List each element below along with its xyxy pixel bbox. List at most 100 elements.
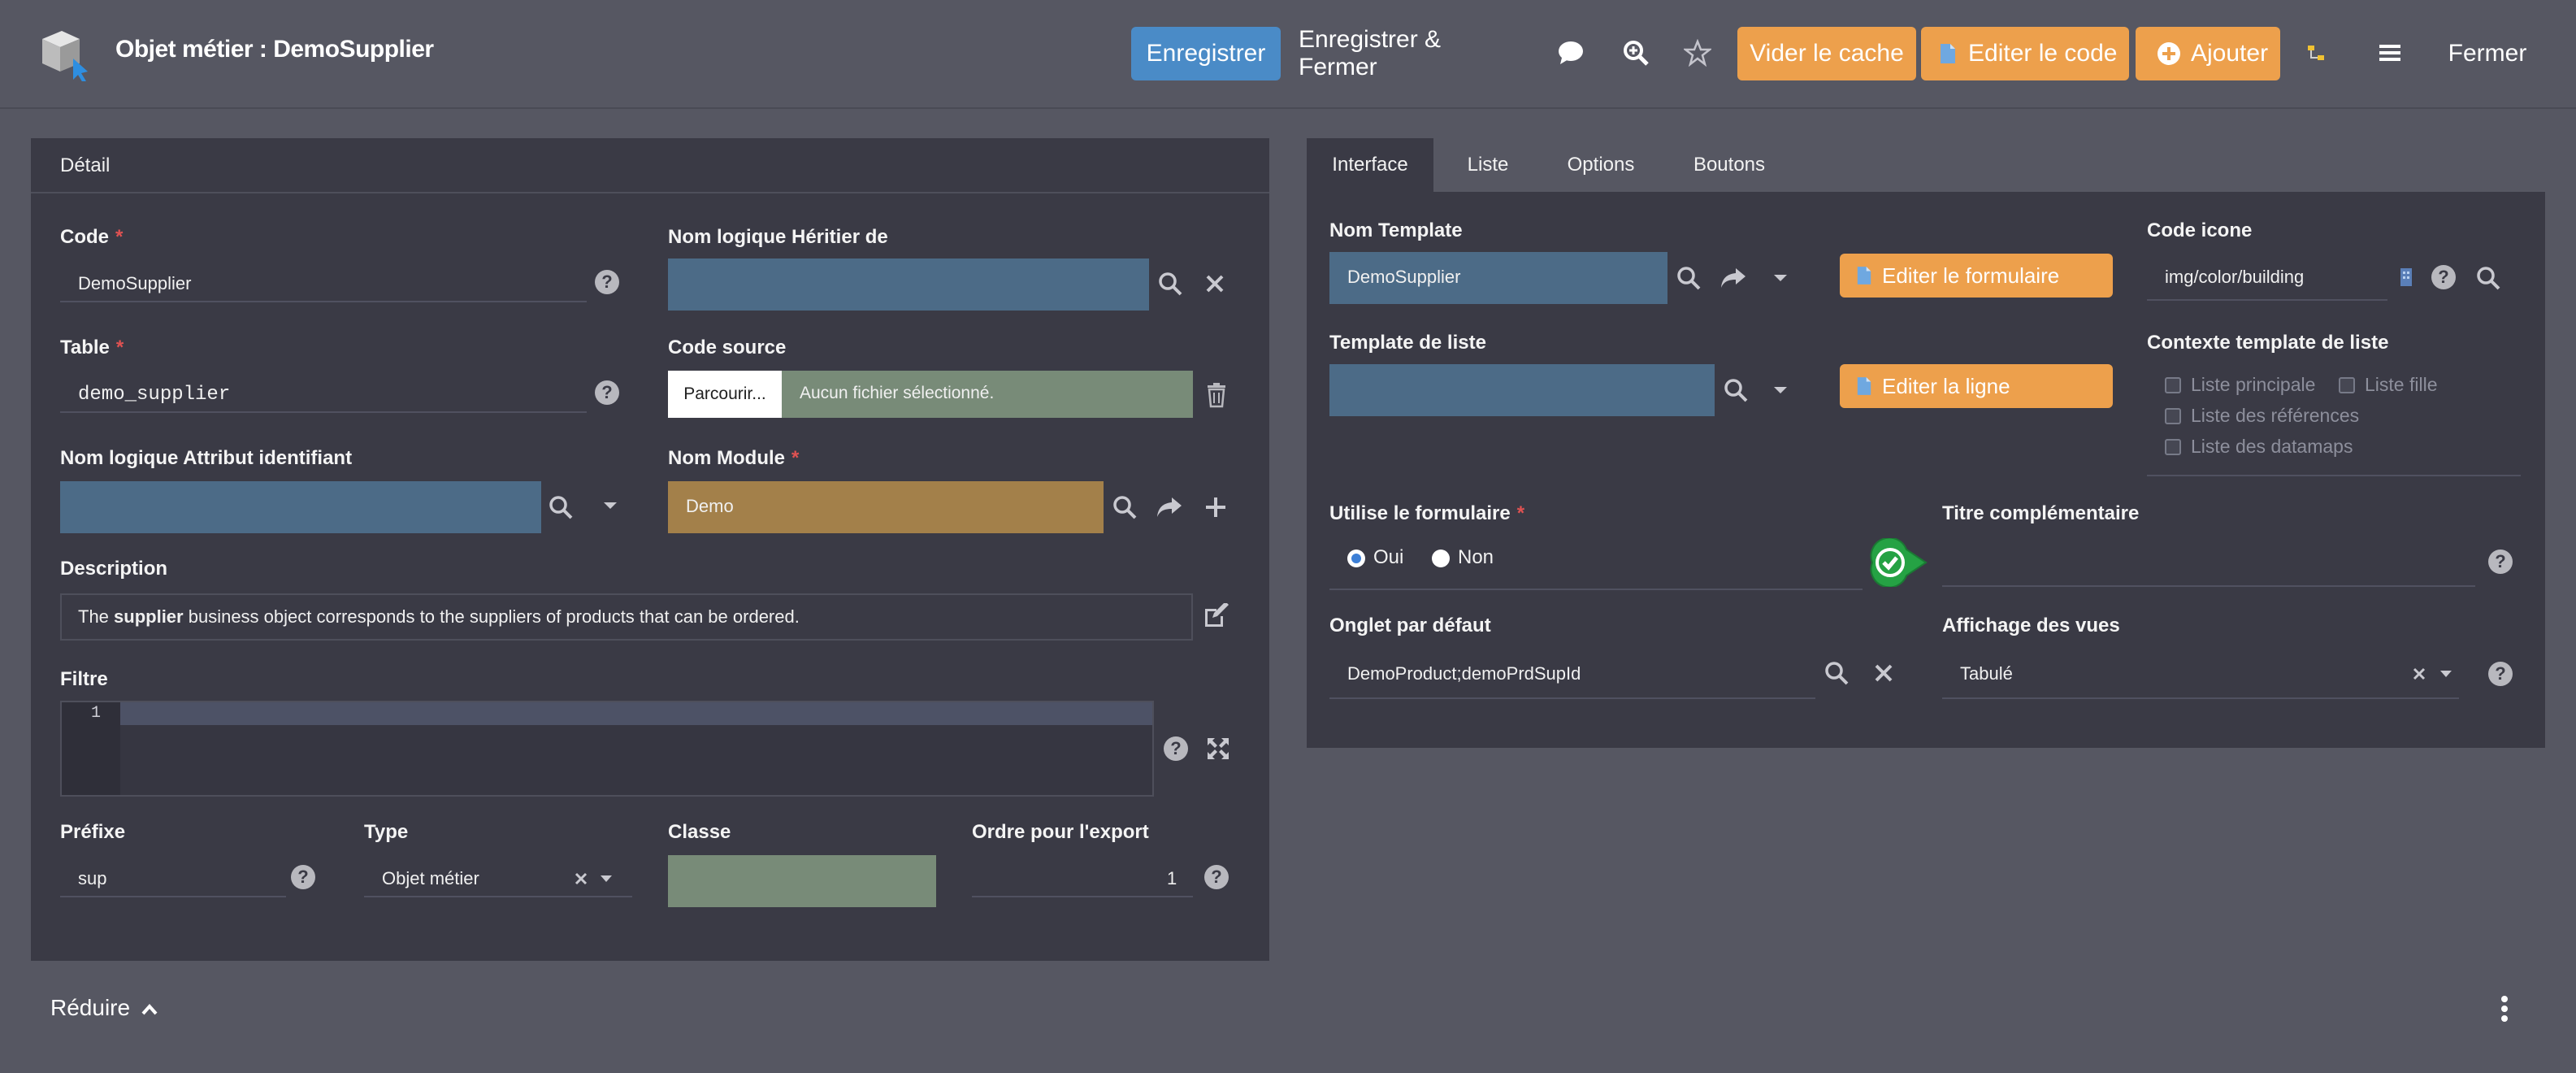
- share-icon[interactable]: [1156, 496, 1183, 519]
- plus-icon[interactable]: [1204, 496, 1227, 519]
- add-button[interactable]: Ajouter: [2136, 27, 2280, 80]
- template-name-value: DemoSupplier: [1347, 267, 1461, 287]
- trash-icon[interactable]: [1206, 382, 1227, 408]
- code-label: Code *: [60, 226, 124, 248]
- clear-icon[interactable]: [574, 871, 588, 886]
- tab-buttons[interactable]: Boutons: [1666, 138, 1793, 192]
- tab-options[interactable]: Options: [1544, 138, 1658, 192]
- ctx-child-checkbox[interactable]: [2339, 377, 2355, 393]
- default-tab-label: Onglet par défaut: [1329, 615, 1491, 636]
- chevron-up-icon: [141, 1003, 158, 1015]
- help-icon[interactable]: ?: [291, 865, 315, 889]
- search-icon[interactable]: [1723, 377, 1749, 403]
- help-icon[interactable]: ?: [1204, 865, 1229, 889]
- help-icon[interactable]: ?: [595, 380, 619, 405]
- export-order-label: Ordre pour l'export: [972, 821, 1149, 843]
- dropdown-caret-icon[interactable]: [1773, 273, 1788, 283]
- id-attr-input[interactable]: [60, 481, 541, 533]
- line-number: 1: [91, 704, 102, 723]
- class-label: Classe: [668, 821, 731, 843]
- prefix-value: sup: [78, 868, 107, 888]
- search-icon[interactable]: [548, 494, 574, 520]
- page-title: Objet métier : DemoSupplier: [115, 36, 434, 63]
- views-display-select[interactable]: [1942, 647, 2459, 699]
- dropdown-caret-icon[interactable]: [603, 501, 618, 510]
- reduce-button[interactable]: Réduire: [50, 995, 158, 1021]
- close-button[interactable]: Fermer: [2435, 27, 2540, 80]
- more-options-icon[interactable]: [2498, 995, 2511, 1023]
- share-icon[interactable]: [1720, 267, 1747, 289]
- id-attr-label: Nom logique Attribut identifiant: [60, 447, 353, 469]
- detail-panel: Détail Code * DemoSupplier ? Nom logique …: [31, 138, 1269, 961]
- ctx-datamaps-label: Liste des datamaps: [2191, 436, 2353, 457]
- use-form-field: [1329, 535, 1863, 590]
- no-file-text: Aucun fichier sélectionné.: [800, 384, 995, 402]
- search-icon[interactable]: [1824, 660, 1850, 686]
- dropdown-caret-icon[interactable]: [600, 875, 613, 883]
- table-value: demo_supplier: [78, 384, 231, 406]
- edit-form-button[interactable]: Editer le formulaire: [1840, 254, 2113, 298]
- type-label: Type: [364, 821, 409, 843]
- help-icon[interactable]: ?: [2488, 550, 2513, 574]
- search-icon[interactable]: [2475, 265, 2501, 291]
- yes-label: Oui: [1373, 546, 1404, 568]
- star-icon[interactable]: [1677, 33, 1718, 73]
- search-icon[interactable]: [1157, 271, 1183, 297]
- tree-icon[interactable]: [2296, 33, 2337, 73]
- icon-code-value: img/color/building: [2165, 267, 2305, 287]
- expand-icon[interactable]: [1206, 736, 1230, 761]
- clear-icon[interactable]: [1204, 273, 1225, 294]
- clear-icon[interactable]: [1874, 663, 1893, 683]
- clear-cache-button[interactable]: Vider le cache: [1737, 27, 1916, 80]
- search-icon[interactable]: [1112, 494, 1138, 520]
- help-icon[interactable]: ?: [1164, 736, 1188, 761]
- zoom-in-icon[interactable]: [1615, 33, 1656, 73]
- type-value: Objet métier: [382, 868, 479, 888]
- dropdown-caret-icon[interactable]: [1773, 385, 1788, 395]
- no-radio[interactable]: [1432, 550, 1450, 567]
- filter-label: Filtre: [60, 668, 108, 690]
- active-line: [120, 702, 1152, 725]
- description-label: Description: [60, 558, 168, 580]
- module-label: Nom Module *: [668, 447, 800, 469]
- reduce-label: Réduire: [50, 995, 131, 1020]
- extra-title-input[interactable]: [1942, 535, 2475, 587]
- search-icon[interactable]: [1676, 265, 1702, 291]
- plus-circle-icon: [2157, 41, 2181, 66]
- tab-interface[interactable]: Interface: [1307, 138, 1433, 192]
- heir-label: Nom logique Héritier de: [668, 226, 888, 248]
- export-order-input[interactable]: [972, 855, 1193, 897]
- tab-list[interactable]: Liste: [1440, 138, 1536, 192]
- business-object-icon: [37, 24, 94, 81]
- help-icon[interactable]: ?: [2431, 265, 2456, 289]
- heir-input[interactable]: [668, 258, 1149, 311]
- save-close-button[interactable]: Enregistrer & Fermer: [1299, 26, 1520, 80]
- class-input[interactable]: [668, 855, 936, 907]
- detail-panel-header: Détail: [31, 138, 1269, 193]
- menu-icon[interactable]: [2370, 33, 2410, 73]
- save-button[interactable]: Enregistrer: [1131, 27, 1281, 80]
- top-bar: Objet métier : DemoSupplier Enregistrer …: [0, 0, 2576, 109]
- template-name-label: Nom Template: [1329, 219, 1463, 241]
- default-tab-value: DemoProduct;demoPrdSupId: [1347, 663, 1581, 684]
- browse-button[interactable]: Parcourir...: [668, 371, 782, 418]
- help-icon[interactable]: ?: [2488, 662, 2513, 686]
- add-label: Ajouter: [2191, 40, 2269, 67]
- clear-icon[interactable]: [2412, 667, 2426, 681]
- help-icon[interactable]: ?: [595, 270, 619, 294]
- ctx-datamaps-checkbox[interactable]: [2165, 439, 2181, 455]
- views-display-value: Tabulé: [1960, 663, 2013, 684]
- yes-radio[interactable]: [1347, 550, 1365, 567]
- edit-line-button[interactable]: Editer la ligne: [1840, 364, 2113, 408]
- edit-code-button[interactable]: Editer le code: [1921, 27, 2129, 80]
- dropdown-caret-icon[interactable]: [2439, 670, 2452, 678]
- edit-icon[interactable]: [1203, 603, 1229, 629]
- ctx-refs-checkbox[interactable]: [2165, 408, 2181, 424]
- list-template-label: Template de liste: [1329, 332, 1486, 354]
- export-order-value: 1: [1167, 868, 1177, 888]
- ctx-main-label: Liste principale: [2191, 374, 2316, 395]
- icon-code-label: Code icone: [2147, 219, 2253, 241]
- list-template-input[interactable]: [1329, 364, 1715, 416]
- ctx-main-checkbox[interactable]: [2165, 377, 2181, 393]
- comment-icon[interactable]: [1550, 33, 1591, 73]
